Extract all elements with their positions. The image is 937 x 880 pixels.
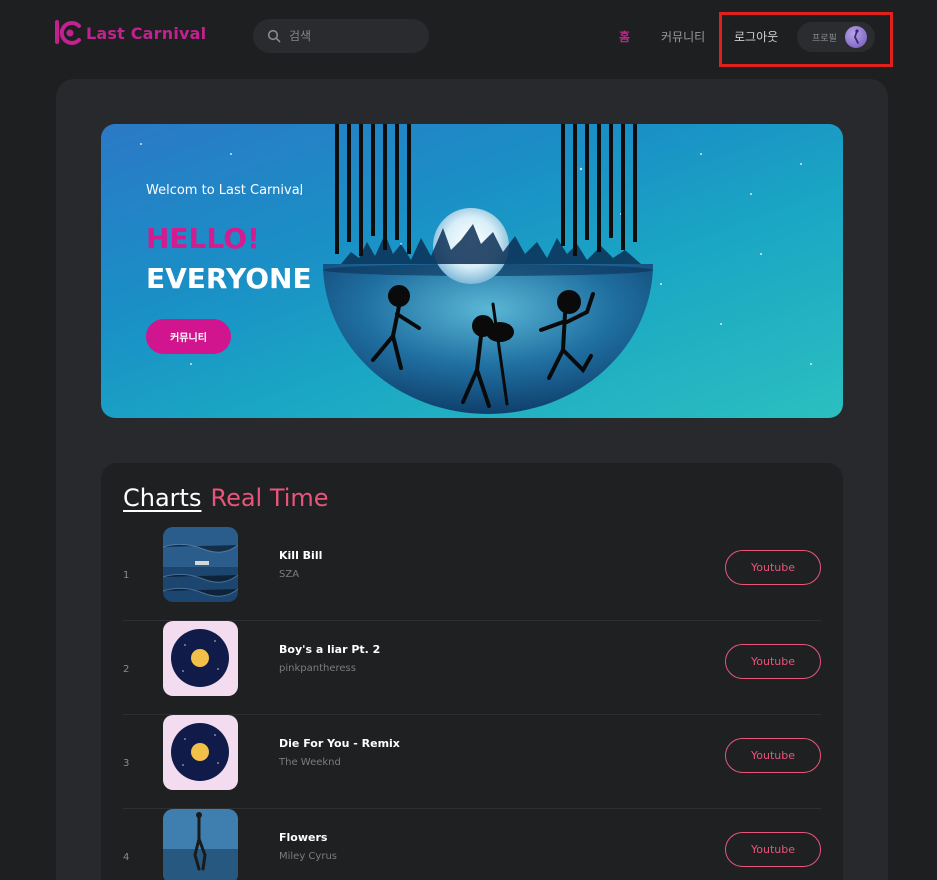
album-cover-image (163, 715, 238, 790)
hero-community-button[interactable]: 커뮤니티 (146, 319, 231, 354)
charts-heading: Charts Real Time (123, 484, 329, 512)
song-artist: Miley Cyrus (279, 851, 337, 862)
hero-hello-heading: HELLO! (146, 222, 260, 255)
song-title: Die For You - Remix (279, 737, 400, 750)
chart-row: 1 Kill Bill SZA Youtube (101, 527, 843, 621)
song-title: Boy's a liar Pt. 2 (279, 643, 381, 656)
search-input[interactable] (289, 29, 409, 43)
hero-welcome-text: Welcom to Last Carnival (146, 183, 304, 198)
album-cover-image (163, 621, 238, 696)
logo-icon (55, 20, 81, 45)
chart-rank: 3 (123, 758, 130, 769)
album-cover-image (163, 527, 238, 602)
song-artist: The Weeknd (279, 757, 341, 768)
chart-rank: 4 (123, 852, 130, 863)
charts-title-realtime: Real Time (210, 484, 329, 512)
hero-everyone-heading: EVERYONE (146, 262, 312, 295)
album-cover-image (163, 809, 238, 880)
youtube-button[interactable]: Youtube (725, 832, 821, 867)
song-artist: pinkpantheress (279, 663, 356, 674)
charts-panel: Charts Real Time 1 Kill Bill SZA Youtube… (101, 463, 843, 880)
youtube-button[interactable]: Youtube (725, 644, 821, 679)
nav-community-link[interactable]: 커뮤니티 (661, 28, 705, 45)
youtube-button[interactable]: Youtube (725, 738, 821, 773)
nav-home-link[interactable]: 홈 (619, 28, 630, 45)
search-icon (267, 29, 281, 43)
chart-row: 4 Flowers Miley Cyrus Youtube (101, 809, 843, 880)
chart-rank: 1 (123, 570, 130, 581)
highlight-box (719, 12, 893, 67)
song-artist: SZA (279, 569, 300, 580)
youtube-button[interactable]: Youtube (725, 550, 821, 585)
song-title: Kill Bill (279, 549, 323, 562)
chart-row: 3 Die For You - Remix The Weeknd Youtube (101, 715, 843, 809)
song-title: Flowers (279, 831, 328, 844)
logo-text: Last Carnival (86, 23, 207, 43)
top-header: Last Carnival 홈 커뮤니티 로그아웃 프로필 (0, 0, 937, 70)
logo[interactable]: Last Carnival (53, 20, 206, 46)
search-bar[interactable] (253, 19, 429, 53)
chart-rank: 2 (123, 664, 130, 675)
chart-row: 2 Boy's a liar Pt. 2 pinkpantheress Yout… (101, 621, 843, 715)
charts-title-charts: Charts (123, 484, 202, 512)
hero-banner: Welcom to Last Carnival HELLO! EVERYONE … (101, 124, 843, 418)
